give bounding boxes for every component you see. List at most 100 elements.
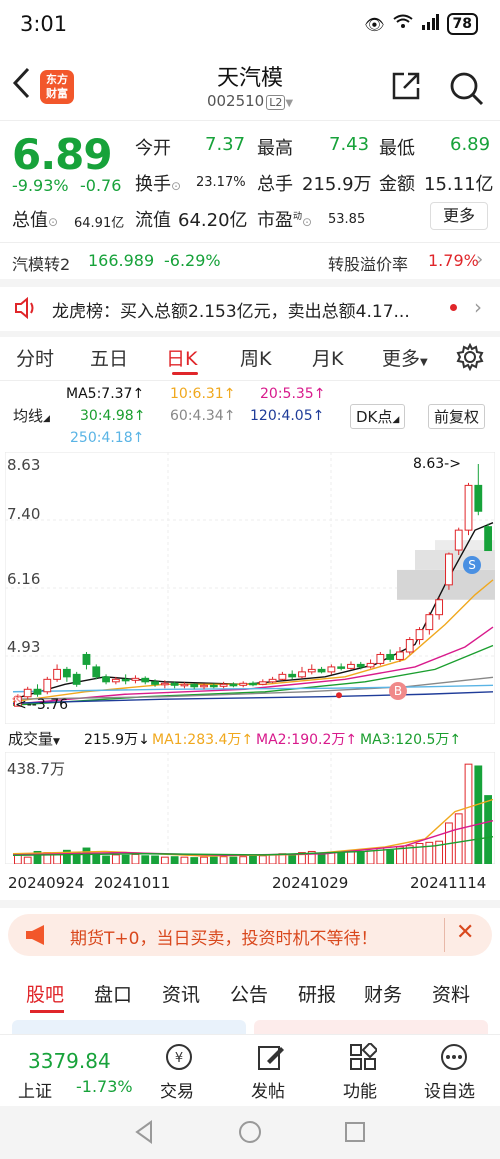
volume-bar	[131, 853, 140, 865]
volume-bar	[190, 857, 199, 865]
close-icon[interactable]: ✕	[456, 920, 474, 945]
candle	[464, 484, 473, 531]
volume-svg	[4, 751, 496, 865]
volume-bar	[386, 849, 395, 865]
index-value[interactable]: 3379.84	[28, 1049, 111, 1073]
volume-bar	[200, 856, 208, 865]
volume-bar	[180, 856, 189, 865]
float-value: 64.20亿	[178, 210, 248, 231]
more-button[interactable]: 更多	[430, 202, 488, 230]
candle	[121, 678, 130, 682]
y-label-2: 7.40	[7, 505, 41, 523]
dk-point-button[interactable]: DK点◢	[350, 404, 406, 429]
adjust-button[interactable]: 前复权	[428, 404, 486, 429]
high-marker: 8.63->	[413, 456, 461, 472]
low-marker: <--3.76	[15, 697, 69, 713]
nav-home-icon[interactable]	[238, 1120, 262, 1148]
info-tabs: 股吧 盘口 资讯 公告 研报 财务 资料	[0, 968, 500, 1014]
more-dots-icon	[440, 1043, 468, 1075]
tab-daily-k[interactable]: 日K	[166, 344, 197, 371]
tab-profile[interactable]: 资料	[432, 980, 470, 1007]
convertible-row[interactable]: 汽模转2 166.989 -6.29% 转股溢价率 1.79% ›	[0, 243, 500, 279]
tab-monthly-k[interactable]: 月K	[312, 344, 343, 371]
high-label: 最高	[257, 138, 293, 159]
eye-icon: 👁	[364, 14, 385, 34]
tab-weekly-k[interactable]: 周K	[240, 344, 271, 371]
stock-code[interactable]: 002510 L2 ▼	[0, 92, 500, 110]
tab-pankou[interactable]: 盘口	[94, 980, 132, 1007]
tab-timeshare[interactable]: 分时	[16, 344, 54, 371]
cb-name: 汽模转2	[12, 255, 71, 274]
volume-bar	[474, 765, 483, 865]
function-button[interactable]: 功能	[343, 1077, 377, 1102]
scroll-left-icon[interactable]: «	[11, 688, 22, 709]
active-tab-indicator	[30, 1010, 64, 1013]
pe-value: 53.85	[328, 212, 366, 227]
index-pct: -1.73%	[76, 1077, 133, 1096]
date-label: 20240924	[8, 874, 85, 892]
edit-icon	[257, 1043, 285, 1075]
volume-bar	[102, 855, 110, 865]
search-icon[interactable]	[448, 70, 484, 106]
ma10-label: 10:6.31↑	[170, 386, 236, 402]
vol-ma1: MA1:283.4万↑	[152, 732, 254, 748]
lhb-row[interactable]: 龙虎榜：买入总额2.153亿元，卖出总额4.17... ›	[0, 287, 500, 337]
trade-button[interactable]: 交易	[160, 1077, 194, 1102]
candle	[62, 668, 71, 678]
tab-five-day[interactable]: 五日	[90, 344, 128, 371]
tab-announcements[interactable]: 公告	[230, 980, 268, 1007]
chevron-right-icon: ›	[474, 295, 482, 319]
volume-bar	[366, 850, 375, 865]
candle	[484, 526, 492, 552]
tab-finance[interactable]: 财务	[364, 980, 402, 1007]
candle	[92, 666, 101, 678]
candle	[160, 682, 169, 686]
change-pct: -9.93%	[12, 176, 69, 195]
share-icon[interactable]	[390, 70, 422, 102]
status-icons: 👁 78	[364, 13, 478, 35]
candle	[72, 673, 81, 685]
volume-bar	[121, 854, 130, 865]
ma-selector[interactable]: 均线◢	[8, 404, 55, 427]
yuan-icon: ¥	[165, 1043, 193, 1075]
volume-bar	[170, 856, 179, 865]
settings-gear-icon[interactable]	[456, 342, 484, 376]
section-gap	[0, 279, 500, 287]
post-button[interactable]: 发帖	[251, 1077, 285, 1102]
add-watchlist-button[interactable]: 设自选	[424, 1077, 475, 1102]
nav-recents-icon[interactable]	[344, 1121, 366, 1147]
candle	[200, 684, 208, 688]
divider	[444, 918, 445, 952]
candle	[474, 484, 483, 512]
date-label: 20241114	[410, 874, 487, 892]
banner-text: 期货T+0，当日买卖，投资时机不等待！	[70, 929, 378, 949]
volume-bar	[229, 856, 238, 865]
volume-legend: 成交量▼ 215.9万↓ MA1:283.4万↑ MA2:190.2万↑ MA3…	[0, 726, 500, 750]
tab-more[interactable]: 更多▼	[382, 344, 428, 371]
volume-chart[interactable]: 438.7万	[4, 751, 496, 865]
tab-guba[interactable]: 股吧	[26, 980, 64, 1007]
sell-signal-badge[interactable]: S	[463, 556, 481, 574]
indicator-selector[interactable]: 成交量▼	[8, 728, 60, 749]
tab-research[interactable]: 研报	[298, 980, 336, 1007]
buy-signal-badge[interactable]: B	[389, 682, 407, 700]
wifi-icon	[392, 14, 413, 34]
volume-bar	[249, 855, 257, 865]
promo-banner[interactable]: 期货T+0，当日买卖，投资时机不等待！ ✕	[8, 914, 492, 956]
level-badge: L2	[266, 95, 286, 110]
period-tabs: 分时 五日 日K 周K 月K 更多▼	[0, 334, 500, 380]
candle	[415, 629, 424, 641]
volume-bar	[484, 795, 492, 865]
quote-panel: 6.89 -9.93% -0.76 总值⊙ 64.91亿 今开 7.37 最高 …	[0, 122, 500, 242]
nav-back-icon[interactable]	[133, 1120, 155, 1148]
status-bar: 3:01 👁 78	[0, 0, 500, 48]
vol-ma2: MA2:190.2万↑	[256, 732, 358, 748]
date-label: 20241011	[94, 874, 171, 892]
kline-chart[interactable]: 8.63 7.40 6.16 4.93 8.63-> <--3.76 S B «	[4, 451, 496, 725]
volume-bar	[258, 855, 267, 865]
info-icon: ⊙	[171, 179, 182, 193]
bottom-toolbar: 3379.84 上证 -1.73% ¥ 交易 发帖 功能 设自选	[0, 1034, 500, 1106]
volume-bar	[464, 763, 473, 865]
tab-news[interactable]: 资讯	[162, 980, 200, 1007]
candle	[131, 677, 140, 681]
